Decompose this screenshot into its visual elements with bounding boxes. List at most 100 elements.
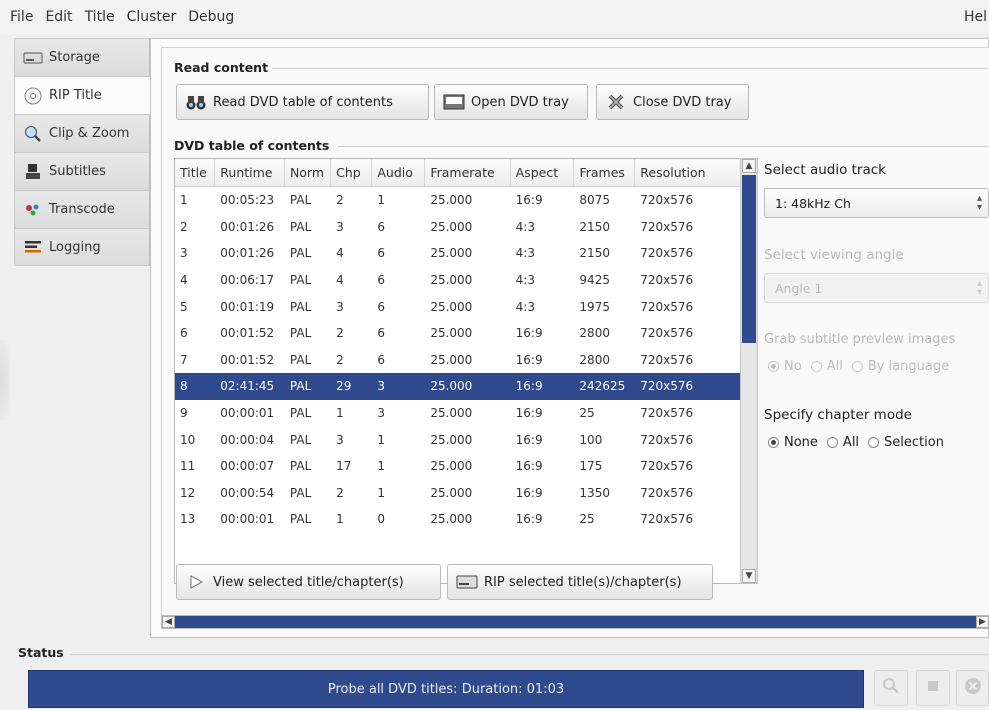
- table-row[interactable]: 9 00:00:01 PAL 1 3 25.000 16:9 25 720x576: [175, 400, 748, 427]
- tab-transcode[interactable]: Transcode: [14, 190, 150, 228]
- scroll-up-arrow[interactable]: ▲: [742, 159, 756, 173]
- table-cell: PAL: [289, 406, 312, 421]
- menu-edit[interactable]: Edit: [39, 9, 78, 25]
- toc-heading: DVD table of contents: [174, 138, 330, 153]
- table-cell: 00:00:01: [220, 512, 275, 527]
- table-row[interactable]: 13 00:00:01 PAL 1 0 25.000 16:9 25 720x576: [175, 506, 748, 533]
- col-title[interactable]: Title: [175, 159, 216, 186]
- status-search-button[interactable]: [874, 670, 908, 706]
- scroll-right-arrow[interactable]: ▶: [976, 616, 989, 628]
- col-resolution[interactable]: Resolution: [635, 159, 748, 186]
- audio-track-value: 1: 48kHz Ch: [775, 195, 851, 211]
- divider: [338, 146, 989, 147]
- table-cell: PAL: [289, 432, 312, 447]
- close-tray-button[interactable]: Close DVD tray: [596, 84, 749, 120]
- menu-help[interactable]: Hel: [964, 9, 987, 25]
- table-cell: 720x576: [640, 193, 694, 208]
- tab-clip-zoom[interactable]: Clip & Zoom: [14, 114, 150, 152]
- radio-no[interactable]: [768, 361, 779, 372]
- table-row[interactable]: 7 00:01:52 PAL 2 6 25.000 16:9 2800 720x576: [175, 347, 748, 374]
- viewing-angle-select[interactable]: Angle 1 ▴ ▾: [764, 273, 989, 303]
- scroll-down-arrow[interactable]: ▼: [742, 569, 756, 583]
- table-cell: 25.000: [430, 299, 473, 314]
- table-vertical-scrollbar[interactable]: ▲ ▼: [740, 158, 758, 584]
- view-selected-button[interactable]: View selected title/chapter(s): [176, 564, 441, 600]
- table-cell: 11: [180, 459, 196, 474]
- tab-rip-title[interactable]: RIP Title: [14, 76, 151, 114]
- radio-none[interactable]: [768, 437, 779, 448]
- tab-subtitles[interactable]: Subtitles: [14, 152, 150, 190]
- tab-label: RIP Title: [49, 88, 102, 103]
- table-row[interactable]: 4 00:06:17 PAL 4 6 25.000 4:3 9425 720x576: [175, 267, 748, 294]
- radio-selection[interactable]: [868, 437, 880, 448]
- table-row[interactable]: 2 00:01:26 PAL 3 6 25.000 4:3 2150 720x576: [175, 214, 748, 241]
- table-row[interactable]: 11 00:00:07 PAL 17 1 25.000 16:9 175 720x576: [175, 453, 748, 480]
- menu-file[interactable]: File: [4, 9, 39, 25]
- table-cell: PAL: [289, 512, 312, 527]
- read-toc-button[interactable]: Read DVD table of contents: [176, 84, 429, 120]
- col-norm[interactable]: Norm: [285, 159, 332, 186]
- menu-cluster[interactable]: Cluster: [121, 9, 183, 25]
- table-row[interactable]: 3 00:01:26 PAL 4 6 25.000 4:3 2150 720x576: [175, 240, 748, 267]
- scroll-left-arrow[interactable]: ◀: [162, 616, 175, 628]
- open-tray-button[interactable]: Open DVD tray: [434, 84, 588, 120]
- status-pause-button[interactable]: [916, 670, 950, 706]
- table-cell: 4:3: [515, 219, 535, 234]
- menu-title[interactable]: Title: [79, 9, 121, 25]
- table-cell: 2800: [579, 326, 610, 341]
- table-cell: 100: [579, 432, 603, 447]
- table-cell: 1: [336, 406, 344, 421]
- table-cell: 00:06:17: [220, 273, 275, 288]
- subtitles-icon: [23, 163, 43, 181]
- radio-by-language[interactable]: [851, 361, 863, 372]
- panel-horizontal-scrollbar[interactable]: ◀ ▶: [161, 615, 989, 629]
- radio-label: All: [826, 359, 843, 374]
- subtitle-preview-label: Grab subtitle preview images: [764, 332, 956, 347]
- close-tray-label: Close DVD tray: [633, 94, 732, 110]
- table-cell: 16:9: [515, 432, 543, 447]
- col-aspect[interactable]: Aspect: [511, 159, 575, 186]
- table-row[interactable]: 6 00:01:52 PAL 2 6 25.000 16:9 2800 720x576: [175, 320, 748, 347]
- table-cell: 6: [377, 273, 385, 288]
- table-cell: 2150: [579, 246, 610, 261]
- table-cell: 25.000: [430, 512, 473, 527]
- tab-label: Clip & Zoom: [49, 126, 130, 141]
- tab-storage[interactable]: Storage: [14, 38, 150, 76]
- table-row[interactable]: 8 02:41:45 PAL 29 3 25.000 16:9 242625 720x576: [175, 373, 748, 400]
- col-framerate[interactable]: Framerate: [425, 159, 511, 186]
- cancel-icon: [964, 677, 982, 699]
- status-cancel-button[interactable]: [956, 670, 989, 706]
- col-chp[interactable]: Chp: [331, 159, 373, 186]
- table-cell: 720x576: [640, 485, 694, 500]
- table-cell: 3: [180, 246, 188, 261]
- table-row[interactable]: 5 00:01:19 PAL 3 6 25.000 4:3 1975 720x576: [175, 293, 748, 320]
- col-frames[interactable]: Frames: [574, 159, 636, 186]
- table-cell: 9: [180, 406, 188, 421]
- scroll-thumb[interactable]: [742, 175, 756, 343]
- col-audio[interactable]: Audio: [372, 159, 426, 186]
- table-cell: 2: [336, 193, 344, 208]
- radio-all[interactable]: [810, 361, 822, 372]
- table-cell: 25.000: [430, 406, 473, 421]
- tab-logging[interactable]: Logging: [14, 228, 150, 266]
- table-row[interactable]: 12 00:00:54 PAL 2 1 25.000 16:9 1350 720x576: [175, 480, 748, 507]
- table-cell: 6: [377, 219, 385, 234]
- table-cell: 175: [579, 459, 603, 474]
- menu-debug[interactable]: Debug: [182, 9, 240, 25]
- table-cell: 4:3: [515, 273, 535, 288]
- magnifier-icon: [23, 125, 43, 143]
- toc-table[interactable]: Title Runtime Norm Chp Audio Framerate A…: [174, 158, 749, 584]
- audio-track-select[interactable]: 1: 48kHz Ch ▴ ▾: [764, 188, 989, 218]
- table-cell: PAL: [289, 459, 312, 474]
- table-cell: PAL: [289, 273, 312, 288]
- col-runtime[interactable]: Runtime: [215, 159, 285, 186]
- table-row[interactable]: 10 00:00:04 PAL 3 1 25.000 16:9 100 720x576: [175, 426, 748, 453]
- rip-selected-button[interactable]: RIP selected title(s)/chapter(s): [447, 564, 713, 600]
- table-cell: 17: [336, 459, 352, 474]
- radio-all[interactable]: [826, 437, 838, 448]
- table-cell: 2800: [579, 352, 610, 367]
- spin-arrows-icon: ▴ ▾: [976, 193, 982, 213]
- audio-track-label: Select audio track: [764, 162, 886, 178]
- table-row[interactable]: 1 00:05:23 PAL 2 1 25.000 16:9 8075 720x576: [175, 187, 748, 214]
- decorative-shadow: [0, 340, 10, 420]
